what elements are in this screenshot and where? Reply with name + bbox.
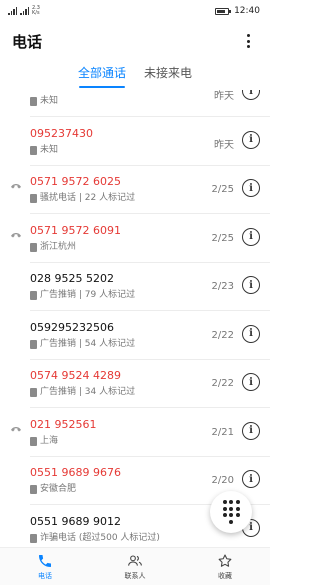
tag-icon [30,436,37,446]
call-log-row[interactable]: 0574 9524 4289 广告推销 | 34 人标记过 2/22 i [0,360,270,408]
call-number: 0574 9524 4289 [30,369,121,382]
nav-label-contacts: 联系人 [124,571,146,580]
tag-icon [30,533,37,543]
call-date: 2/22 [211,329,234,341]
call-tag-text: 骚扰电话 | 22 人标记过 [40,193,136,203]
call-log-row[interactable]: 095237430 未知 昨天 i [0,118,270,166]
tag-icon [30,339,37,349]
more-vertical-icon[interactable] [238,31,258,51]
call-log-row[interactable]: 059295232506 广告推销 | 54 人标记过 2/22 i [0,312,270,360]
app-header: 电话 [0,24,270,58]
call-log-row[interactable]: 未知 昨天 i [0,90,270,117]
call-number: 0571 9572 6091 [30,223,121,237]
call-number: 028 9525 5202 [30,272,114,285]
tab-missed-calls[interactable]: 未接来电 [144,64,192,88]
call-log-row[interactable]: 028 9525 5202 广告推销 | 79 人标记过 2/23 i [0,263,270,311]
call-date: 2/25 [211,184,234,195]
call-number: 021 952561 [30,417,97,431]
call-date: 2/21 [211,426,234,438]
star-icon [218,553,232,567]
bottom-nav: 电话 联系人 收藏 [0,547,270,585]
call-tag-text: 广告推销 | 54 人标记过 [40,338,136,349]
call-tag: 广告推销 | 79 人标记过 [30,290,180,301]
call-tag-text: 未知 [40,144,59,155]
dialpad-button[interactable] [210,491,252,533]
call-tag: 浙江杭州 [30,242,180,253]
info-icon[interactable]: i [242,324,260,343]
call-tag: 广告推销 | 54 人标记过 [30,339,180,350]
call-number: 059295232506 [30,320,114,334]
call-tag: 骚扰电话 | 22 人标记过 [30,193,180,204]
call-date: 昨天 [214,139,234,151]
call-tag-text: 广告推销 | 79 人标记过 [40,290,136,300]
call-date: 2/22 [211,378,234,389]
tab-bar: 全部通话 未接来电 [0,64,270,88]
call-tag-text: 广告推销 | 34 人标记过 [40,387,136,397]
network-speed-unit: K/s [32,10,40,16]
call-log-row[interactable]: 0571 9572 6025 骚扰电话 | 22 人标记过 2/25 i [0,166,270,214]
tag-icon [30,145,37,155]
battery-icon [215,7,232,15]
nav-item-contacts[interactable]: 联系人 [90,548,180,585]
call-tag-text: 未知 [40,96,59,106]
call-log-list[interactable]: 未知 昨天 i 095237430 未知 昨天 i 0571 9572 6025 骚扰电话 | … [0,90,270,545]
call-number: 0551 9689 9012 [30,514,121,528]
dialpad-icon [222,500,227,505]
tag-icon [30,242,37,252]
info-icon[interactable]: i [242,130,260,149]
tag-icon [30,291,37,300]
call-log-row[interactable]: 021 952561 上海 2/21 i [0,409,270,457]
call-log-row[interactable]: 0571 9572 6091 浙江杭州 2/25 i [0,215,270,263]
tag-icon [30,194,37,203]
nav-label-favorites: 收藏 [218,571,232,580]
status-right: 12:40 [215,6,260,16]
status-left: 2.3 K/s [8,6,40,16]
call-date: 昨天 [214,91,234,102]
call-date: 2/23 [211,281,234,292]
info-icon[interactable]: i [242,227,260,246]
call-tag: 广告推销 | 34 人标记过 [30,387,180,398]
info-icon[interactable]: i [242,470,260,488]
call-number: 0551 9689 9676 [30,466,121,479]
signal-icon [20,7,29,15]
tag-icon [30,388,37,397]
call-date: 2/25 [211,232,234,244]
info-icon[interactable]: i [242,179,260,197]
call-tag-text: 浙江杭州 [40,241,77,252]
call-number: 095237430 [30,126,93,140]
tab-all-calls[interactable]: 全部通话 [78,64,126,88]
info-icon[interactable]: i [242,421,260,440]
signal-icon [8,7,17,15]
call-tag-text: 上海 [40,435,59,446]
page-title: 电话 [12,32,43,51]
status-time: 12:40 [234,6,260,16]
info-icon[interactable]: i [242,373,260,391]
call-tag: 上海 [30,436,180,447]
call-date: 2/20 [211,475,234,486]
incoming-call-icon [11,426,21,431]
tag-icon [30,97,37,106]
incoming-call-icon [11,184,21,189]
nav-label-phone: 电话 [38,571,52,580]
incoming-call-icon [11,232,21,237]
call-tag-text: 安徽合肥 [40,484,77,494]
call-tag: 未知 [30,96,180,107]
call-tag: 未知 [30,145,180,156]
info-icon[interactable]: i [242,90,260,100]
status-bar: 2.3 K/s 12:40 [0,0,270,22]
phone-icon [39,554,51,567]
call-tag: 诈骗电话 (超过500 人标记过) [30,533,180,544]
nav-item-favorites[interactable]: 收藏 [180,548,270,585]
call-tag: 安徽合肥 [30,484,180,495]
network-speed: 2.3 K/s [32,6,40,16]
info-icon[interactable]: i [242,276,260,294]
tag-icon [30,485,37,494]
call-number: 0571 9572 6025 [30,175,121,188]
call-tag-text: 诈骗电话 (超过500 人标记过) [40,532,160,543]
contacts-icon [128,554,142,566]
nav-item-phone[interactable]: 电话 [0,548,90,585]
